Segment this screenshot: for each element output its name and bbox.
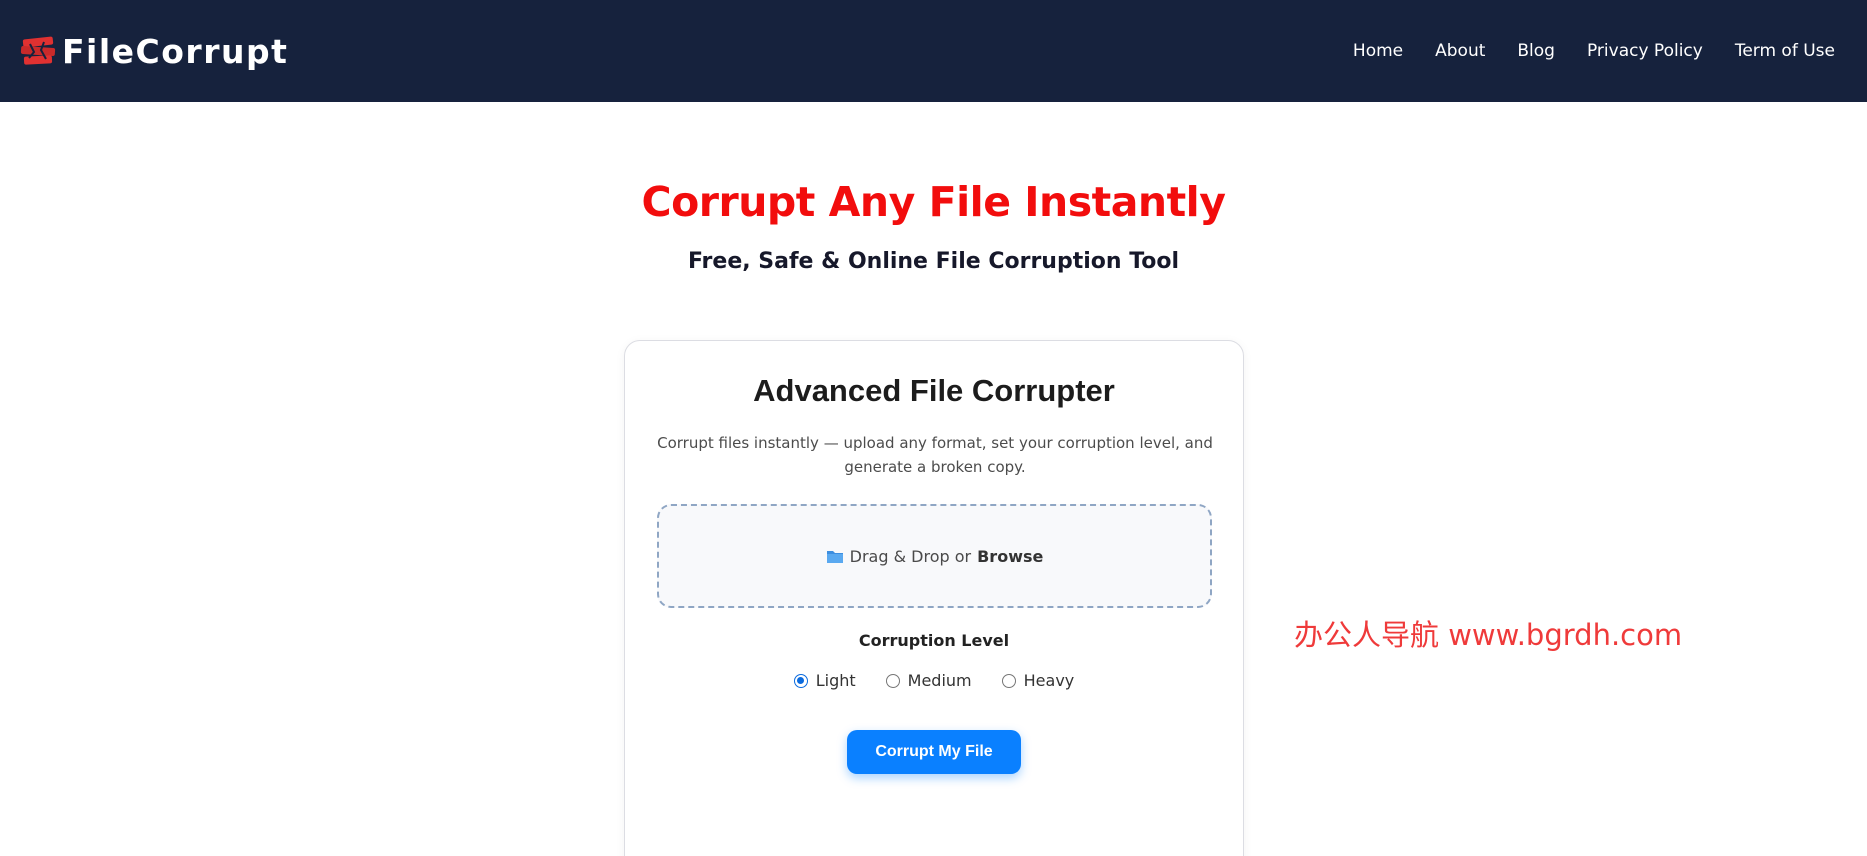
radio-light[interactable]: Light	[793, 671, 856, 690]
brand-name: FileCorrupt	[62, 31, 289, 71]
nav-home[interactable]: Home	[1353, 41, 1403, 61]
radio-light-label: Light	[815, 671, 856, 690]
top-navbar: FileCorrupt Home About Blog Privacy Poli…	[0, 0, 1867, 102]
corrupt-file-button[interactable]: Corrupt My File	[847, 730, 1021, 774]
logo-icon	[20, 36, 56, 65]
radio-heavy-button[interactable]	[1001, 673, 1016, 688]
radio-medium-button[interactable]	[885, 673, 900, 688]
corruption-level-options: Light Medium Heavy	[625, 671, 1243, 690]
radio-heavy-label: Heavy	[1023, 671, 1075, 690]
card-description: Corrupt files instantly — upload any for…	[657, 434, 1213, 476]
hero-subtitle: Free, Safe & Online File Corruption Tool	[687, 249, 1180, 274]
radio-heavy[interactable]: Heavy	[1001, 671, 1075, 690]
radio-medium[interactable]: Medium	[885, 671, 972, 690]
dropzone-text: Drag & Drop or	[849, 546, 972, 566]
radio-light-button[interactable]	[793, 673, 808, 688]
main-nav: Home About Blog Privacy Policy Term of U…	[1353, 41, 1835, 61]
nav-blog[interactable]: Blog	[1517, 41, 1555, 61]
nav-term-of-use[interactable]: Term of Use	[1735, 41, 1835, 61]
brand[interactable]: FileCorrupt	[20, 32, 288, 71]
corrupter-card: Advanced File Corrupter Corrupt files in…	[624, 340, 1244, 856]
radio-medium-label: Medium	[907, 671, 972, 690]
folder-icon	[826, 550, 843, 563]
nav-about[interactable]: About	[1435, 41, 1485, 61]
file-dropzone[interactable]: Drag & Drop or Browse	[657, 504, 1212, 608]
watermark-text: 办公人导航 www.bgrdh.com	[1294, 618, 1683, 652]
browse-link[interactable]: Browse	[977, 547, 1043, 566]
hero-title: Corrupt Any File Instantly	[641, 178, 1226, 226]
nav-privacy-policy[interactable]: Privacy Policy	[1587, 41, 1703, 61]
card-title: Advanced File Corrupter	[753, 373, 1115, 408]
corruption-level-label: Corruption Level	[858, 631, 1010, 650]
